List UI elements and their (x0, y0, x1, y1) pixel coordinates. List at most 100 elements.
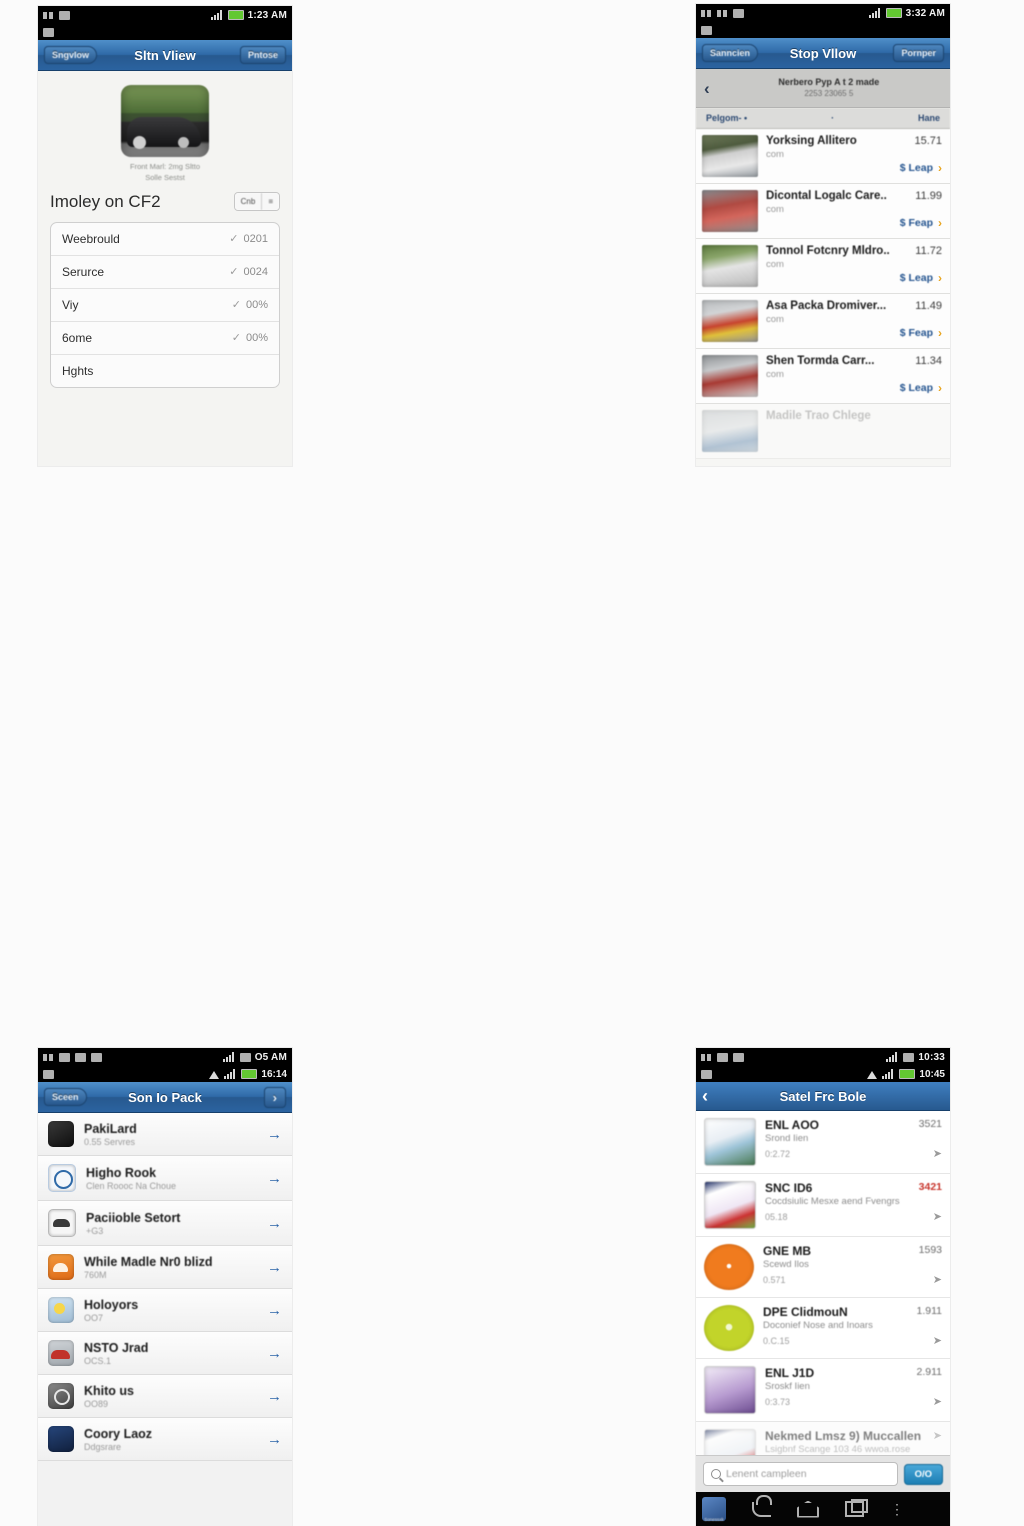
signal-icon (224, 1069, 237, 1079)
chevron-right-icon[interactable]: ➤ (933, 1429, 942, 1442)
list-item[interactable]: While Madle Nr0 blizd 760M → (38, 1246, 292, 1289)
arrow-right-icon[interactable]: → (267, 1431, 282, 1448)
media-icon (48, 1426, 74, 1452)
list-item[interactable]: Coory Laoz Ddgsrare → (38, 1418, 292, 1461)
search-submit-button[interactable]: O/O (903, 1463, 943, 1485)
wifi-icon (867, 1070, 878, 1079)
back-icon[interactable] (752, 1494, 772, 1517)
nav-action-button[interactable]: Pntose (239, 46, 286, 64)
list-item-subtitle: OO7 (84, 1312, 104, 1323)
list-item[interactable]: ENL AOO 3521 Srond Iien 0:2.72 ➤ (696, 1111, 950, 1174)
spec-label: Hghts (62, 363, 94, 378)
arrow-right-icon[interactable]: → (267, 1345, 282, 1362)
list-item[interactable]: GNE MB 1593 Scewd Ilos 0.571 ➤ (696, 1237, 950, 1298)
hero-section: Front Marl: 2mg Sltto Solle Sestst (38, 71, 292, 186)
nav-back-button[interactable]: Sceen (44, 1088, 87, 1106)
arrow-right-icon[interactable]: → (267, 1126, 282, 1143)
list-item[interactable]: Khito us OO89 → (38, 1375, 292, 1418)
chevron-right-icon[interactable]: ➤ (933, 1395, 942, 1408)
message-icon (91, 1052, 102, 1062)
spec-label: Serurce (62, 264, 105, 279)
list-item-subtitle: +G3 (86, 1225, 104, 1236)
chevron-right-icon[interactable]: ➤ (933, 1210, 942, 1223)
app-count: 1593 (918, 1244, 942, 1256)
status-bar: 10:33 (696, 1048, 950, 1066)
search-input[interactable]: Lenent campleen (703, 1462, 898, 1486)
nav-back-icon[interactable]: ‹ (702, 1086, 708, 1107)
list-item[interactable]: PakiLard 0.55 Servres → (38, 1113, 292, 1156)
list-item-subtitle: Ddgsrare (84, 1441, 122, 1452)
app-thumbnail (704, 1305, 754, 1351)
spec-list: Weebrould ✓ 0201 Serurce ✓ 0024 Viy ✓ 00… (50, 221, 280, 388)
status-time: 10:33 (918, 1051, 945, 1063)
hero-caption-line-2: Solle Sestst (145, 172, 185, 182)
app-count: 2.911 (916, 1366, 943, 1378)
segmented-control[interactable]: Cnb ≡ (233, 192, 280, 212)
arrow-right-icon[interactable]: → (267, 1170, 282, 1187)
status-time: O5 AM (254, 1051, 287, 1063)
list-item-title: While Madle Nr0 blizd (84, 1254, 213, 1269)
recents-icon[interactable] (845, 1499, 868, 1517)
collage-cell-5: 10:33 10:45 ‹ Satel Frc Bole ENL AOO 352… (328, 520, 950, 1526)
table-row[interactable]: Serurce ✓ 0024 (51, 256, 279, 289)
list-item-subtitle: 0.55 Servres (84, 1136, 136, 1147)
navigation-bar: ‹ Satel Frc Bole (696, 1082, 950, 1111)
page-title: Imoley on CF2 (50, 191, 161, 211)
arrow-right-icon[interactable]: → (267, 1388, 282, 1405)
table-row[interactable]: Hghts (51, 355, 279, 387)
list-item[interactable]: Paciioble Setort +G3 → (38, 1201, 292, 1246)
check-icon: ✓ (231, 299, 241, 312)
arrow-right-icon[interactable]: → (267, 1215, 282, 1232)
car-photo-thumbnail[interactable] (121, 85, 209, 157)
overflow-menu-icon[interactable]: ⋮ (890, 1502, 904, 1516)
status-bar-secondary: 16:14 (38, 1066, 292, 1082)
table-row[interactable]: Viy ✓ 00% (51, 289, 279, 322)
home-icon[interactable] (797, 1500, 819, 1518)
list-item[interactable]: NSTO Jrad OCS.1 → (38, 1332, 292, 1375)
phone-mockup-settings-list: O5 AM 16:14 Sceen Son Io Pack › PakiLard… (38, 1048, 292, 1526)
list-item-title: Paciioble Setort (86, 1210, 181, 1225)
app-thumbnail (704, 1181, 756, 1229)
segment-list-button[interactable]: ≡ (261, 193, 279, 211)
battery-icon (899, 1069, 916, 1079)
spec-value: 00% (245, 298, 268, 311)
chevron-right-icon[interactable]: ➤ (933, 1334, 942, 1347)
status-time: 1:23 AM (247, 9, 287, 21)
arrow-right-icon[interactable]: → (267, 1302, 282, 1319)
chevron-right-icon[interactable]: ➤ (933, 1147, 942, 1160)
list-item[interactable]: ENL J1D 2.911 Sroskf Iien 0:3.73 ➤ (696, 1359, 950, 1422)
spec-value-group: ✓ 0024 (229, 265, 268, 279)
signal-icon (222, 1052, 236, 1062)
signal-icon (882, 1069, 895, 1079)
list-item[interactable]: SNC ID6 3421 Cocdsiulic Mesxe aend Fveng… (696, 1174, 950, 1237)
spec-value-group: ✓ 0201 (229, 232, 268, 246)
list-item[interactable]: DPE ClidmouN 1.911 Doconief Nose and Ino… (696, 1298, 950, 1359)
app-description: Srond Iien (765, 1133, 809, 1144)
nav-back-button[interactable]: Sanncien (702, 44, 759, 62)
alarm-icon (903, 1052, 915, 1062)
app-name: SNC ID6 (765, 1181, 813, 1195)
sim-icon (43, 1053, 54, 1062)
signal-icon (210, 10, 224, 20)
nav-action-button[interactable]: Pornper (893, 44, 944, 62)
list-item[interactable]: Holoyors OO7 → (38, 1289, 292, 1332)
app-name: ENL J1D (765, 1366, 815, 1380)
download-icon (701, 1069, 712, 1079)
segment-grid-button[interactable]: Cnb (234, 193, 262, 211)
alarm-icon (239, 1052, 251, 1062)
table-row[interactable]: Weebrould ✓ 0201 (51, 223, 279, 256)
nav-forward-button[interactable]: › (263, 1086, 286, 1108)
app-shortcut-icon[interactable]: Sonessxk (702, 1497, 726, 1522)
app-thumbnail (704, 1118, 756, 1166)
chevron-right-icon[interactable]: ➤ (933, 1273, 942, 1286)
app-meta: 0:2.72 (765, 1148, 791, 1159)
search-placeholder: Lenent campleen (726, 1468, 807, 1480)
list-item[interactable]: Higho Rook Clen Roooc Na Choue → (38, 1156, 292, 1201)
message-icon (59, 10, 70, 20)
app-description: Sroskf Iien (765, 1381, 810, 1392)
arrow-right-icon[interactable]: → (267, 1259, 282, 1276)
app-name: Nekmed Lmsz 9) Muccallen (765, 1429, 922, 1443)
table-row[interactable]: 6ome ✓ 00% (51, 322, 279, 355)
check-icon: ✓ (231, 332, 241, 345)
nav-back-button[interactable]: Sngvlow (44, 46, 98, 64)
